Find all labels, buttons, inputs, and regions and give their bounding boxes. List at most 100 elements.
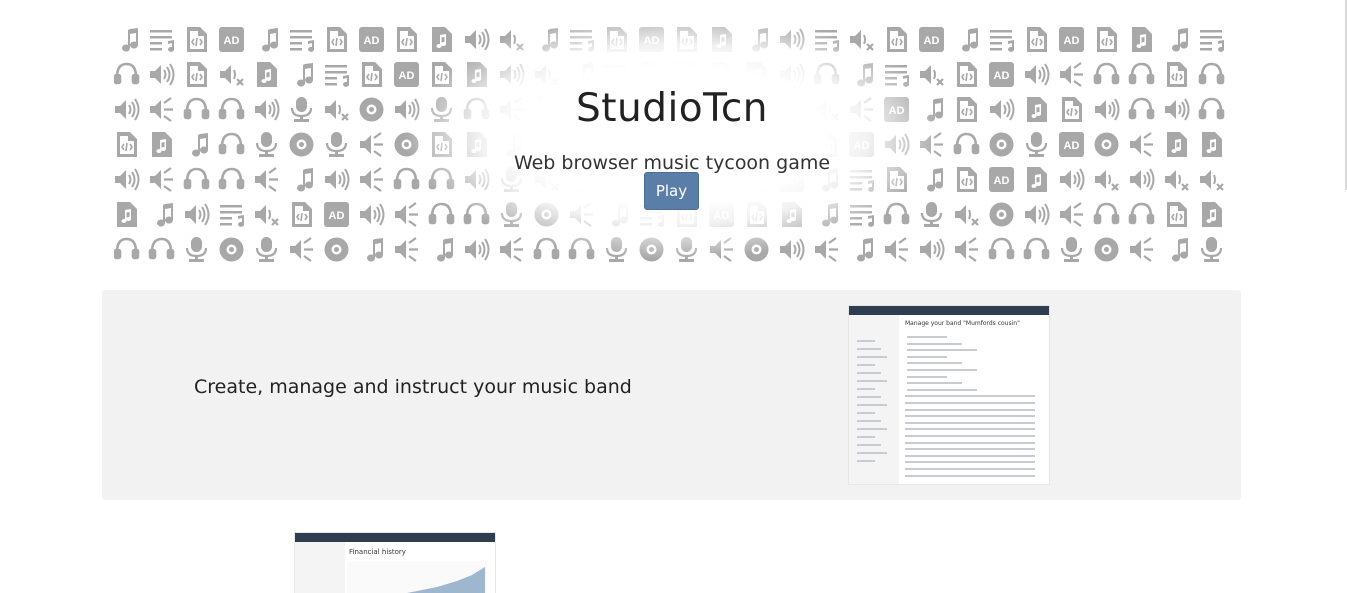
financial-history-screenshot: Financial history — [295, 533, 495, 593]
music-note-icon — [962, 28, 979, 52]
equalizer-icon — [953, 236, 980, 263]
vinyl-disc-icon — [324, 237, 349, 262]
hero-subtitle: Web browser music tycoon game — [513, 152, 831, 174]
volume-icon — [1024, 63, 1050, 86]
music-note-icon — [262, 28, 279, 52]
financial-chart-thumbnail — [347, 561, 487, 593]
playlist-icon — [290, 30, 315, 52]
volume-mute-icon — [953, 203, 980, 227]
hero-title: StudioTcn — [575, 86, 769, 131]
microphone-icon — [1060, 235, 1083, 264]
feature-band-management: Create, manage and instruct your music b… — [102, 290, 1241, 500]
audio-file-icon — [1096, 26, 1118, 53]
audio-file-icon — [1166, 61, 1188, 88]
screenshot-sidebar-line — [857, 340, 875, 342]
microphone-icon — [255, 235, 278, 264]
audio-file-icon — [186, 61, 208, 88]
vinyl-disc-icon — [989, 202, 1014, 227]
music-file-icon — [117, 202, 137, 227]
screenshot-content-line — [905, 454, 1035, 457]
screenshot-sidebar-line — [857, 372, 881, 374]
playlist-icon — [220, 205, 245, 227]
audio-file-icon — [1166, 201, 1188, 228]
feature-description: Create, manage and instruct your music b… — [194, 376, 632, 398]
microphone-icon — [185, 235, 208, 264]
hero-fade-overlay — [404, 22, 944, 272]
ad-icon — [1059, 27, 1084, 52]
screenshot-sidebar-line — [857, 420, 881, 422]
screenshot-content-line — [905, 408, 1035, 411]
equalizer-icon — [1058, 201, 1085, 228]
hero-section: AD StudioTcn Web browser music tycoon ga… — [114, 22, 1230, 272]
screenshot-content-line — [907, 349, 977, 352]
screenshot-heading: Financial history — [349, 548, 406, 556]
music-note-icon — [1172, 238, 1189, 262]
headset-icon — [1128, 62, 1155, 85]
volume-icon — [359, 203, 385, 226]
screenshot-navbar — [295, 533, 495, 542]
screenshot-sidebar-line — [857, 348, 881, 350]
headset-icon — [1128, 202, 1155, 225]
music-note-icon — [367, 238, 384, 262]
audio-file-icon — [291, 201, 313, 228]
headset-icon — [114, 62, 140, 85]
screenshot-sidebar — [295, 542, 345, 593]
music-file-icon — [257, 62, 277, 87]
audio-file-icon — [1026, 26, 1048, 53]
playlist-icon — [150, 30, 175, 52]
playlist-icon — [1200, 30, 1225, 52]
headset-icon — [988, 237, 1015, 260]
audio-file-icon — [186, 26, 208, 53]
equalizer-icon — [1058, 61, 1085, 88]
screenshot-content-line — [905, 428, 1035, 431]
ad-icon — [989, 62, 1014, 87]
headset-icon — [1093, 202, 1120, 225]
screenshot-sidebar-line — [857, 444, 881, 446]
play-button[interactable]: Play — [644, 172, 699, 210]
playlist-icon — [325, 65, 350, 87]
screenshot-content-line — [907, 362, 962, 365]
screenshot-sidebar-line — [857, 436, 875, 438]
vinyl-disc-icon — [219, 237, 244, 262]
screenshot-content-line — [905, 421, 1035, 424]
headset-icon — [1198, 62, 1225, 85]
ad-icon — [219, 27, 244, 52]
screenshot-content-line — [905, 461, 1035, 464]
screenshot-content-line — [905, 435, 1035, 437]
screenshot-sidebar-line — [857, 364, 875, 366]
headset-icon — [218, 132, 245, 155]
screenshot-sidebar-line — [857, 380, 887, 382]
screenshot-content-line — [905, 448, 1035, 451]
screenshot-content-line — [905, 474, 1035, 477]
screenshot-content-line — [907, 382, 962, 385]
screenshot-sidebar-line — [857, 452, 887, 454]
microphone-icon — [1200, 235, 1223, 264]
screenshot-content-line — [905, 441, 1035, 444]
screenshot-content-line — [907, 375, 947, 378]
screenshot-content-line — [907, 342, 962, 345]
music-file-icon — [1202, 202, 1222, 227]
screenshot-content-line — [905, 415, 1035, 418]
screenshot-content-line — [907, 355, 947, 358]
equalizer-icon — [1128, 236, 1155, 263]
screenshot-heading: Manage your band "Mumfords cousin" — [905, 320, 1020, 327]
screenshot-content-line — [905, 395, 1035, 398]
screenshot-content-line — [905, 468, 1035, 470]
band-management-screenshot: Manage your band "Mumfords cousin" — [849, 306, 1049, 484]
volume-icon — [1024, 203, 1050, 226]
screenshot-sidebar-line — [857, 460, 875, 462]
screenshot-sidebar-line — [857, 412, 875, 414]
audio-file-icon — [361, 61, 383, 88]
music-note-icon — [297, 63, 314, 87]
screenshot-content-line — [907, 336, 947, 338]
screenshot-content-line — [907, 369, 977, 371]
music-note-icon — [1172, 28, 1189, 52]
volume-mute-icon — [218, 63, 245, 87]
ad-icon — [324, 202, 349, 227]
headset-icon — [1023, 237, 1050, 260]
music-note-icon — [122, 28, 139, 52]
vinyl-disc-icon — [1094, 237, 1119, 262]
music-note-icon — [157, 203, 174, 227]
screenshot-content-line — [907, 388, 977, 391]
screenshot-navbar — [849, 306, 1049, 315]
